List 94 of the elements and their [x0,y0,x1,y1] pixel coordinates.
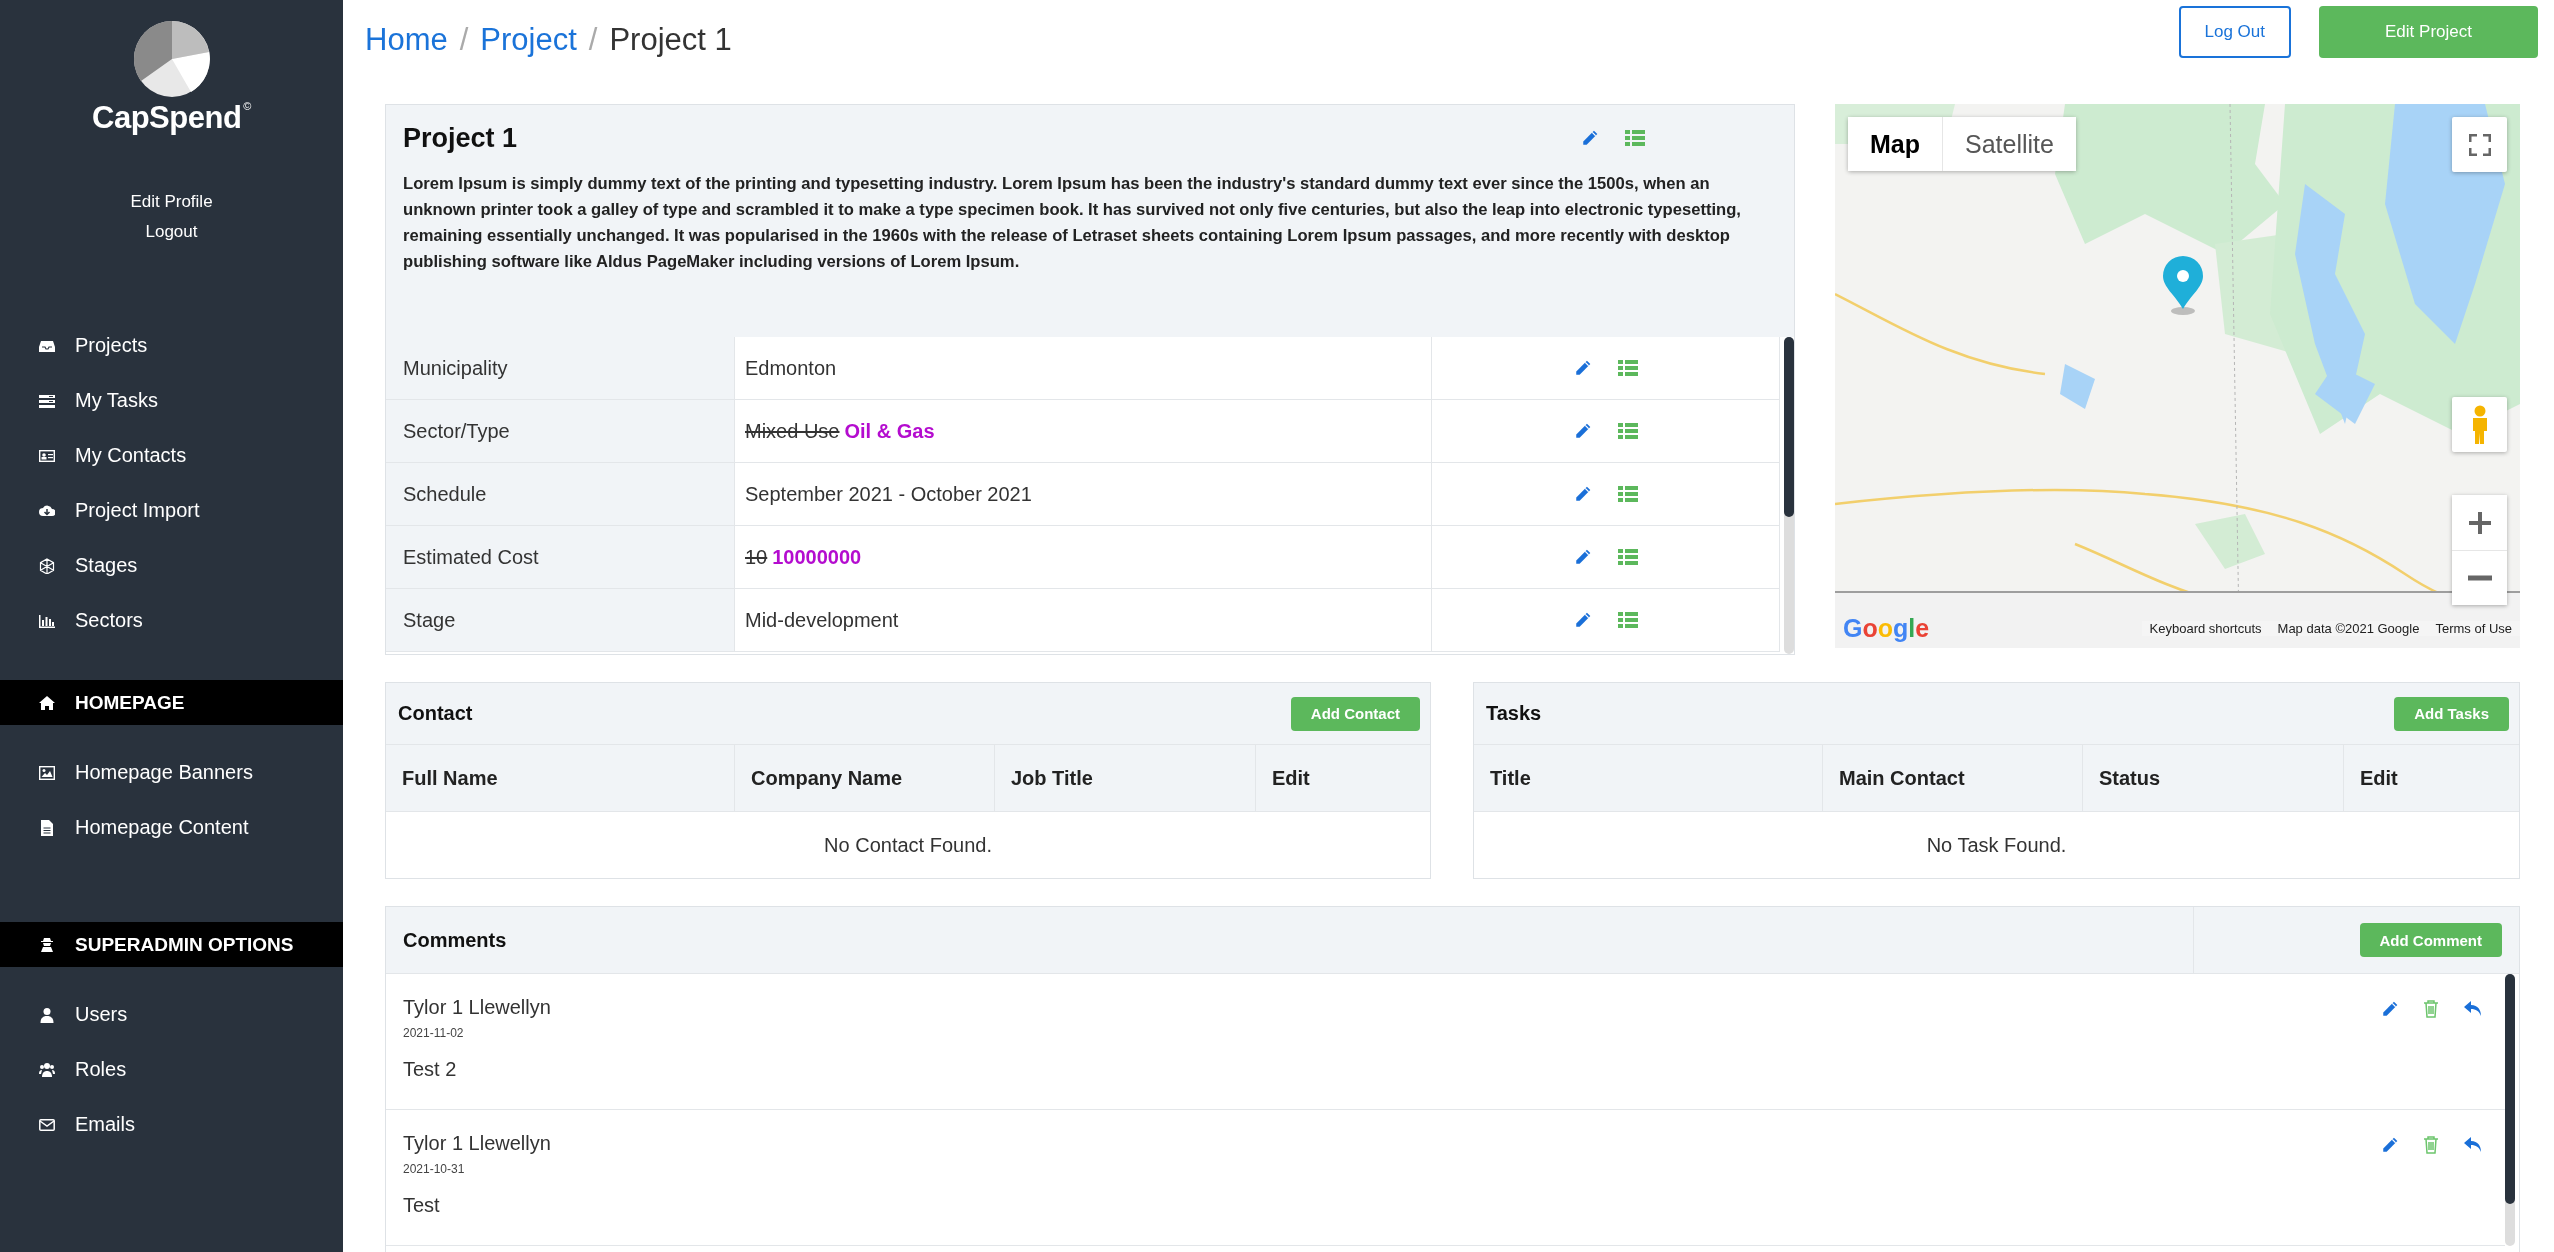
map-type-tab[interactable]: Satellite [1942,117,2076,171]
empty-message: No Contact Found. [824,833,992,857]
comment-author: Tylor 1 Llewellyn [403,996,552,1019]
detail-label: Estimated Cost [386,526,735,588]
column-header: Main Contact [1823,745,2083,811]
comment-text: Test 2 [403,1058,458,1081]
panel-title: Tasks [1486,702,1542,725]
column-header: Full Name [386,745,735,811]
detail-label: Stage [386,589,735,651]
section-heading: HOMEPAGE [0,680,343,725]
reply-icon[interactable] [2463,1136,2483,1154]
comment-date: 2021-10-31 [403,1162,466,1176]
detail-label: Sector/Type [386,400,735,462]
profile-link[interactable]: Edit Profile [130,192,213,212]
old-value: 10 [745,545,768,569]
detail-label: Municipality [386,337,735,399]
hexagon-icon [39,557,55,574]
project-description: Lorem Ipsum is simply dummy text of the printing and typesetting industry. Lorem Ipsum has been the industry's standard dummy text ever since the 1500s, when an unknown printer took a galley of type and scrambled it to make a type specimen book. It has survived not only five centuries, but also the leap into electronic typesetting, remaining essentially unchanged. It was popularised in the 1960s with the release of Letraset sheets containing Lorem Ipsum passages, and more recently with desktop publishing software like Aldus PageMaker including versions of Lorem Ipsum. [402,173,1742,273]
breadcrumb-separator: / [588,22,598,58]
scrollbar[interactable] [2505,974,2515,1246]
nav-item[interactable]: Homepage Content [0,800,343,855]
column-header: Edit [1271,765,1311,791]
detail-value: Edmonton [735,337,1432,399]
old-value: Mixed Use [745,419,840,443]
project-title: Project 1 [402,122,519,154]
logo-text: CapSpend$^{©}$ [92,100,251,136]
map-pin-icon [2162,255,2204,317]
logo-icon [132,20,211,98]
id-card-icon [39,447,55,464]
list-icon[interactable] [1617,548,1638,566]
zoom-out-button[interactable] [2452,550,2507,605]
edit-icon[interactable] [1573,548,1592,566]
zoom-in-button[interactable] [2452,495,2507,550]
edit-icon[interactable] [1573,359,1592,377]
envelope-icon [39,1116,55,1133]
list-icon[interactable] [1617,611,1638,629]
comment-text: Test [403,1194,441,1217]
new-value: 10000000 [772,545,862,569]
list-icon[interactable] [1617,422,1638,440]
edit-icon[interactable] [2381,1136,2399,1154]
panel-title: Comments [386,907,2194,973]
detail-value: Mid-development [735,589,1432,651]
nav-item[interactable]: Roles [0,1042,343,1097]
column-header: Company Name [735,745,995,811]
plus-icon [2467,510,2492,535]
column-header: Title [1474,745,1823,811]
image-icon [39,764,55,781]
edit-icon[interactable] [1581,129,1599,147]
column-header: Status [2083,745,2344,811]
home-icon [39,694,55,711]
fullscreen-icon [2468,133,2491,156]
nav-item[interactable]: Sectors [0,593,343,648]
nav-item[interactable]: Emails [0,1097,343,1152]
edit-icon[interactable] [2381,1000,2399,1018]
tasks-icon [39,392,55,409]
panel-title: Contact [398,702,473,725]
reply-icon[interactable] [2463,1000,2483,1018]
nav-item[interactable]: Homepage Banners [0,745,343,800]
list-icon[interactable] [1617,485,1638,503]
detail-value: September 2021 - October 2021 [735,463,1432,525]
column-header: Edit [2359,765,2399,791]
breadcrumb-current: Project 1 [609,22,732,58]
scrollbar[interactable] [1784,337,1794,654]
comment-date: 2021-11-02 [403,1026,465,1040]
new-value: Oil & Gas [844,419,935,443]
list-icon[interactable] [1617,359,1638,377]
column-header: Job Title [995,745,1256,811]
nav-item[interactable]: Project Import [0,483,343,538]
google-logo: Google [1842,613,1930,644]
logout-button[interactable]: Log Out [2178,6,2291,58]
nav-item[interactable]: Users [0,987,343,1042]
breadcrumb-link[interactable]: Home [365,22,448,58]
users-icon [39,1061,55,1078]
map-type-tab[interactable]: Map [1848,117,1942,171]
section-heading: SUPERADMIN OPTIONS [0,922,343,967]
spy-icon [39,936,55,953]
nav-item[interactable]: My Tasks [0,373,343,428]
fullscreen-button[interactable] [2452,117,2507,172]
minus-icon [2467,575,2492,581]
comment-author: Tylor 1 Llewellyn [403,1132,552,1155]
empty-message: No Task Found. [1926,833,2067,857]
edit-icon[interactable] [1573,422,1592,440]
breadcrumb-separator: / [459,22,469,58]
bar-chart-icon [39,612,55,629]
profile-link[interactable]: Logout [145,222,198,242]
nav-item[interactable]: Stages [0,538,343,593]
breadcrumb-link[interactable]: Project [480,22,577,58]
nav-item[interactable]: Projects [0,318,343,373]
edit-icon[interactable] [1573,485,1592,503]
nav-item[interactable]: My Contacts [0,428,343,483]
edit-icon[interactable] [1573,611,1592,629]
user-icon [39,1006,55,1023]
file-icon [39,819,55,836]
detail-label: Schedule [386,463,735,525]
